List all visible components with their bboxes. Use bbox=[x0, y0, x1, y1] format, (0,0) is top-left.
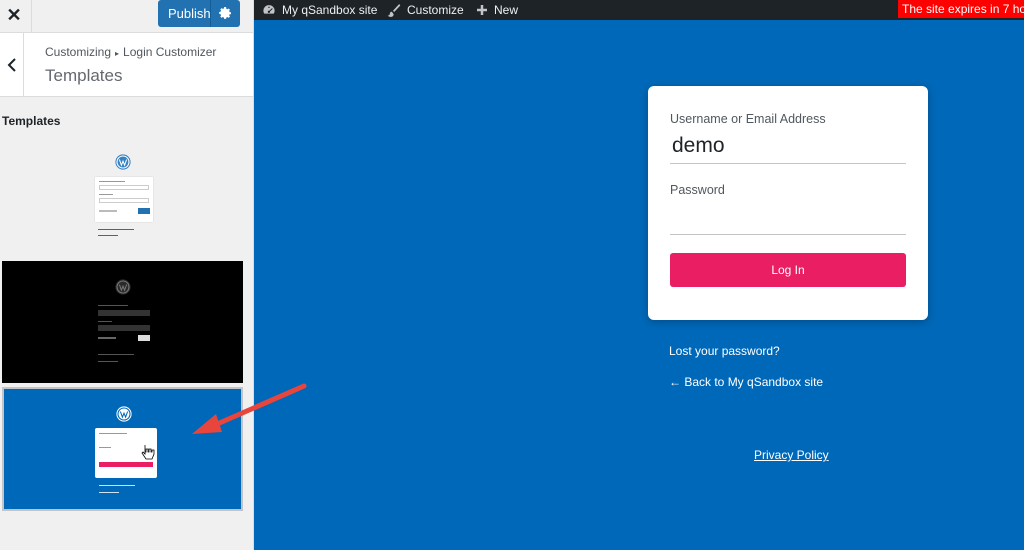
admin-bar-site[interactable]: My qSandbox site bbox=[262, 0, 377, 20]
breadcrumb-section: Login Customizer bbox=[123, 45, 217, 59]
publish-group: Publish bbox=[158, 0, 240, 27]
section-header: Customizing ▸ Login Customizer Templates bbox=[0, 33, 253, 97]
customizer-sidebar: ✕ Publish Customizing ▸ Login Customizer T… bbox=[0, 0, 254, 550]
gear-icon bbox=[218, 6, 231, 19]
wordpress-logo-icon bbox=[115, 154, 131, 170]
new-label: New bbox=[494, 3, 519, 17]
wp-admin-bar: My qSandbox site Customize New The site … bbox=[254, 0, 1024, 20]
breadcrumb-separator: ▸ bbox=[115, 49, 120, 58]
wordpress-logo-icon bbox=[115, 279, 131, 295]
password-label: Password bbox=[670, 183, 725, 197]
customizer-topbar: ✕ Publish bbox=[0, 0, 253, 33]
breadcrumb-root: Customizing bbox=[45, 45, 112, 59]
lost-password-link[interactable]: Lost your password? bbox=[669, 344, 780, 358]
panel-title: Templates bbox=[45, 66, 123, 85]
username-underline bbox=[670, 163, 906, 164]
username-input[interactable]: demo bbox=[672, 134, 725, 158]
password-input[interactable] bbox=[670, 204, 906, 234]
privacy-policy-link[interactable]: Privacy Policy bbox=[754, 448, 829, 462]
back-button[interactable] bbox=[0, 33, 24, 97]
close-customizer-button[interactable]: ✕ bbox=[0, 0, 32, 33]
login-preview: Username or Email Address demo Password … bbox=[254, 20, 1024, 550]
paintbrush-icon bbox=[387, 4, 401, 17]
wordpress-logo-icon bbox=[116, 406, 132, 422]
username-label: Username or Email Address bbox=[670, 112, 826, 126]
site-expiry-notice: The site expires in 7 hou bbox=[898, 0, 1024, 18]
admin-bar-customize[interactable]: Customize bbox=[387, 0, 464, 20]
templates-section-label: Templates bbox=[2, 114, 61, 128]
login-button[interactable]: Log In bbox=[670, 253, 906, 287]
template-thumbnail-light[interactable] bbox=[2, 140, 243, 262]
close-icon: ✕ bbox=[6, 4, 22, 25]
customize-label: Customize bbox=[407, 3, 464, 17]
site-name: My qSandbox site bbox=[282, 3, 378, 17]
admin-bar-new[interactable]: New bbox=[476, 0, 518, 20]
back-to-site-link[interactable]: ← Back to My qSandbox site bbox=[669, 375, 823, 389]
annotation-arrow bbox=[192, 383, 307, 434]
template-thumbnail-dark[interactable] bbox=[2, 261, 243, 383]
publish-settings-button[interactable] bbox=[210, 0, 240, 27]
password-underline bbox=[670, 234, 906, 235]
login-form: Username or Email Address demo Password … bbox=[648, 86, 928, 320]
dashboard-icon bbox=[263, 5, 275, 14]
template-card-preview bbox=[95, 177, 153, 222]
chevron-left-icon bbox=[7, 58, 16, 72]
hand-cursor-icon bbox=[141, 445, 155, 460]
plus-icon bbox=[477, 5, 487, 15]
publish-button[interactable]: Publish bbox=[158, 0, 211, 27]
breadcrumb: Customizing ▸ Login Customizer bbox=[45, 45, 216, 59]
